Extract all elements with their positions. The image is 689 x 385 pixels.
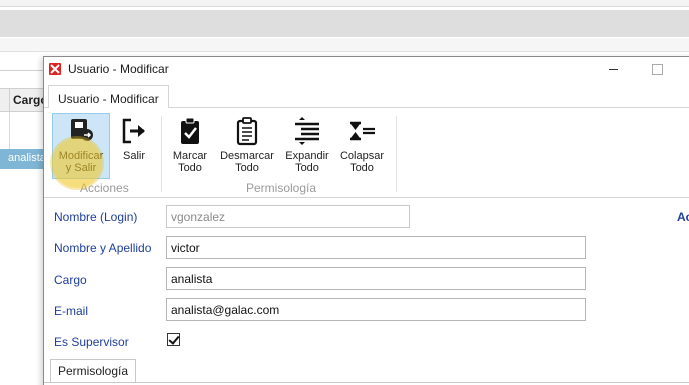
fullname-label: Nombre y Apellido [54, 241, 152, 255]
salir-button[interactable]: Salir [114, 113, 154, 179]
clipboard-check-icon [181, 117, 199, 144]
expandir-todo-label-2: Todo [295, 162, 319, 174]
ribbon-group-divider [161, 116, 162, 192]
user-form: Nombre (Login) Ac Nombre y Apellido Carg… [44, 198, 689, 385]
tab-usuario-modificar[interactable]: Usuario - Modificar [48, 85, 169, 109]
grid-column-separator [9, 89, 10, 111]
supervisor-checkbox[interactable] [167, 333, 180, 346]
desmarcar-todo-label-2: Todo [235, 162, 259, 174]
save-exit-icon [71, 119, 93, 141]
background-top-line [0, 0, 689, 7]
app-logo-icon [49, 63, 61, 75]
login-field[interactable] [166, 205, 410, 228]
modificar-y-salir-label-1: Modificar [58, 150, 104, 162]
marcar-todo-label-1: Marcar [172, 150, 208, 162]
usuario-modificar-dialog: Usuario - Modificar Usuario - Modificar … [43, 56, 689, 385]
email-label: E-mail [54, 304, 89, 318]
modificar-y-salir-label-2: y Salir [65, 162, 97, 174]
colapsar-todo-label-1: Colapsar [339, 150, 385, 162]
fullname-field[interactable] [166, 236, 586, 259]
modificar-y-salir-button[interactable]: Modificar y Salir [52, 113, 110, 179]
ribbon-group-divider [396, 116, 397, 192]
email-field[interactable] [166, 298, 586, 321]
expand-lines-icon [295, 117, 319, 145]
login-label: Nombre (Login) [54, 210, 138, 224]
cargo-label: Cargo [54, 273, 87, 287]
colapsar-todo-label-2: Todo [350, 162, 374, 174]
clipboard-list-icon [236, 117, 258, 146]
expandir-todo-label-1: Expandir [285, 150, 329, 162]
group-label-acciones: Acciones [80, 181, 129, 195]
marcar-todo-label-2: Todo [178, 162, 202, 174]
desmarcar-todo-label-1: Desmarcar [220, 150, 274, 162]
document-tabstrip: Usuario - Modificar [44, 82, 689, 109]
truncated-label: Ac [677, 210, 689, 224]
supervisor-label: Es Supervisor [54, 335, 129, 349]
title-bar[interactable]: Usuario - Modificar [44, 57, 689, 82]
collapse-lines-icon [350, 121, 375, 141]
colapsar-todo-button[interactable]: Colapsar Todo [336, 113, 388, 179]
background-strip [0, 38, 689, 52]
maximize-button[interactable] [648, 60, 666, 78]
subtab-baseline [44, 382, 689, 383]
background-toolbar [0, 10, 689, 37]
window-title: Usuario - Modificar [68, 62, 169, 76]
selected-row-cargo: analista [8, 152, 46, 164]
salir-label: Salir [122, 150, 145, 162]
marcar-todo-button[interactable]: Marcar Todo [168, 113, 212, 179]
ribbon: Modificar y Salir Salir Acciones Marcar … [44, 108, 689, 198]
expandir-todo-button[interactable]: Expandir Todo [282, 113, 332, 179]
group-label-permisologia: Permisología [246, 181, 317, 195]
cargo-field[interactable] [166, 267, 586, 290]
grid-column-separator [9, 112, 10, 150]
exit-arrow-icon [122, 118, 145, 144]
tab-permisologia[interactable]: Permisología [50, 359, 137, 383]
minimize-button[interactable] [604, 59, 624, 79]
desmarcar-todo-button[interactable]: Desmarcar Todo [216, 113, 278, 179]
